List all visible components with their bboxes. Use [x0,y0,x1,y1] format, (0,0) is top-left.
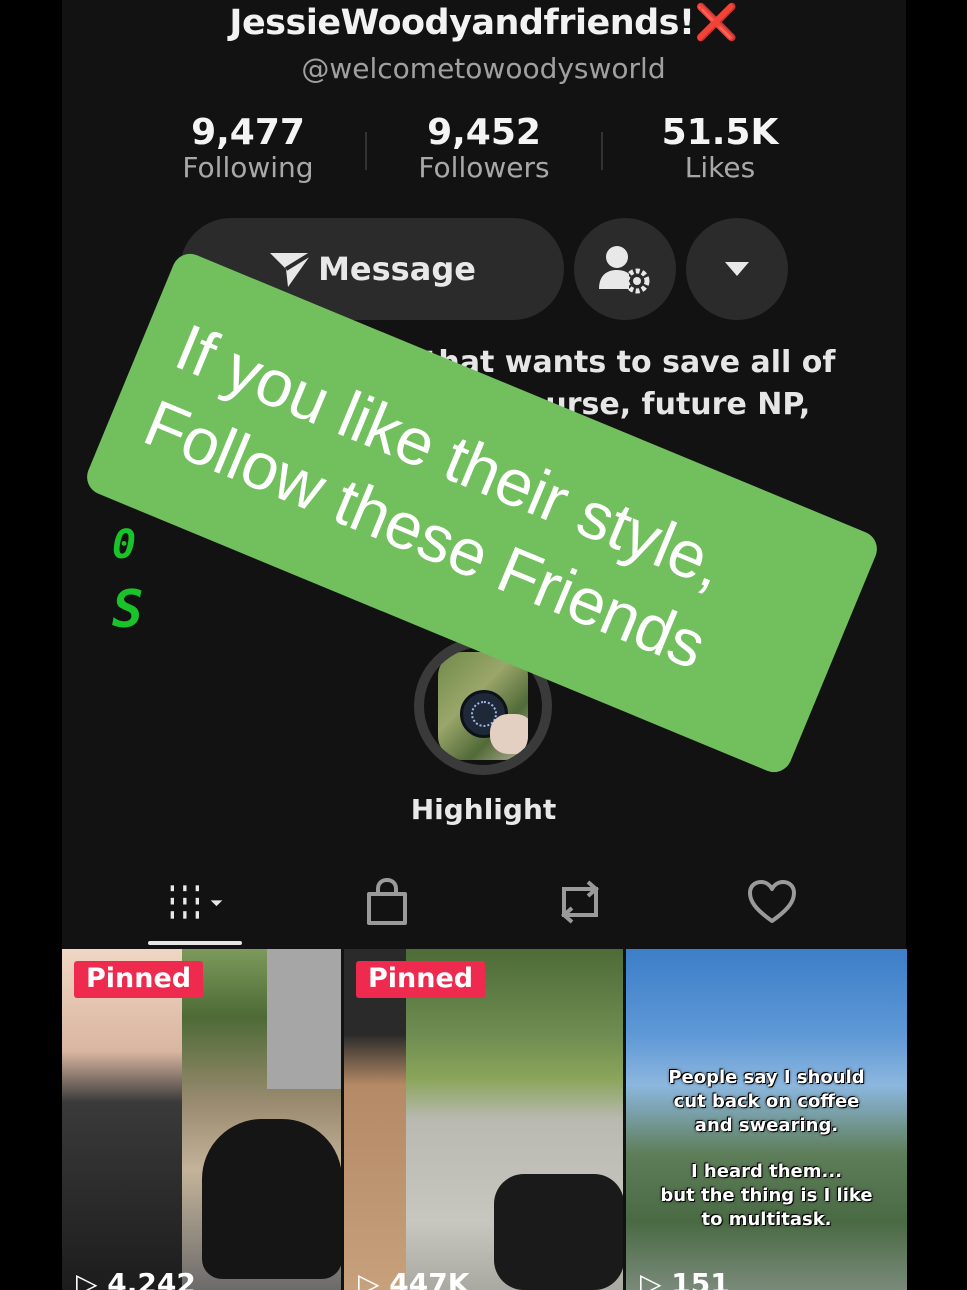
heart-icon [748,880,796,923]
house-wall [267,949,341,1089]
profile-settings-button[interactable] [574,218,676,320]
stat-likes[interactable]: 51.5K Likes [620,112,820,184]
motorbike-shape [494,1174,623,1290]
followers-count: 9,452 [427,112,541,153]
following-label: Following [182,151,314,184]
shopping-bag-icon [367,878,407,925]
highlight-label: Highlight [410,793,557,826]
stat-divider [601,132,603,170]
tab-shop[interactable] [357,876,417,928]
message-label: Message [318,250,476,288]
pinned-badge: Pinned [356,961,486,998]
display-name: JessieWoodyandfriends!❌ [229,3,738,43]
stat-following[interactable]: 9,477 Following [148,112,348,184]
pinned-badge: Pinned [74,961,204,998]
more-options-button[interactable] [686,218,788,320]
repost-icon [560,880,600,924]
person-silhouette [62,949,182,1290]
highlight-image [438,652,528,760]
likes-count: 51.5K [661,112,779,153]
likes-label: Likes [684,151,756,184]
stat-divider [365,132,367,170]
tab-videos[interactable] [164,876,224,928]
video-tile-1[interactable]: Pinned ▷ 4,242 [62,949,341,1290]
side-letter: S [112,580,144,640]
active-tab-indicator [148,941,242,945]
x-emoji-icon: ❌ [694,3,738,43]
person-gear-icon [599,246,650,294]
tab-liked[interactable] [742,876,802,928]
video-caption: People say I should cut back on coffee a… [660,1067,873,1230]
caret-down-icon [725,262,749,276]
helmet-shape [202,1119,341,1279]
following-count: 9,477 [191,112,305,153]
side-letter: 0 [112,522,137,568]
view-count: ▷ 447K [358,1267,470,1290]
followers-label: Followers [418,151,550,184]
tab-reposts[interactable] [550,876,610,928]
stat-followers[interactable]: 9,452 Followers [384,112,584,184]
view-count: ▷ 151 [640,1267,730,1290]
video-tile-2[interactable]: Pinned ▷ 447K [344,949,623,1290]
send-icon [270,251,314,287]
video-tile-3[interactable]: People say I should cut back on coffee a… [626,949,907,1290]
view-count: ▷ 4,242 [76,1267,196,1290]
username-handle: @welcometowoodysworld [301,52,666,85]
person-silhouette [344,949,406,1290]
grid-bars-icon [170,885,223,919]
